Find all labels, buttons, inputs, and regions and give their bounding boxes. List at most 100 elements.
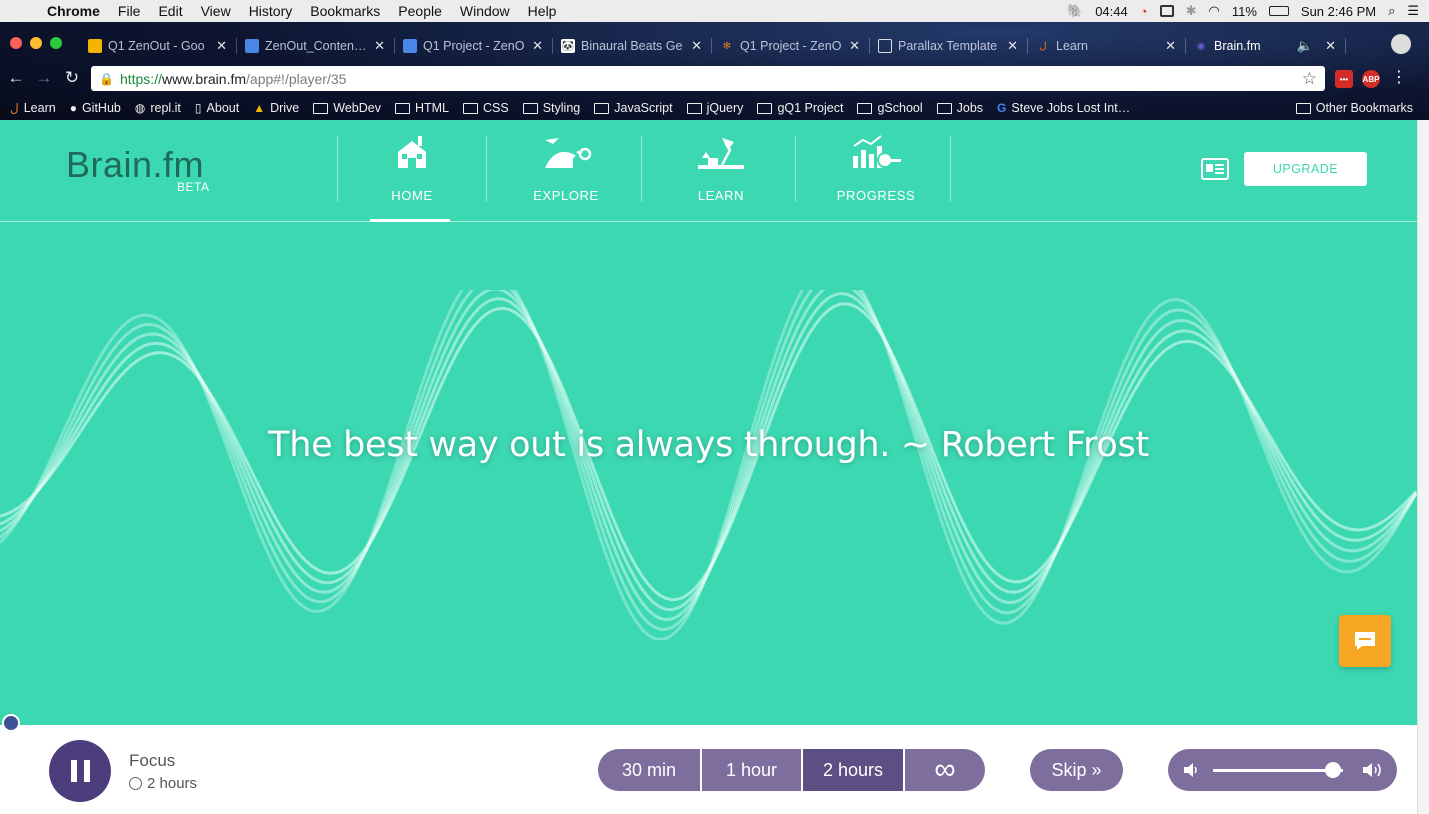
- menu-help[interactable]: Help: [519, 3, 566, 19]
- lastpass-extension-icon[interactable]: •••: [1335, 70, 1353, 88]
- bookmark-folder[interactable]: CSS: [463, 101, 509, 115]
- upgrade-button[interactable]: UPGRADE: [1244, 152, 1367, 186]
- nav-home[interactable]: HOME: [335, 132, 489, 222]
- bookmark-star-icon[interactable]: ☆: [1302, 69, 1317, 89]
- tab-close-icon[interactable]: ✕: [216, 38, 227, 54]
- browser-tab-active[interactable]: ◉ Brain.fm 🔈 ✕: [1186, 32, 1346, 60]
- bookmark-folder[interactable]: HTML: [394, 101, 449, 115]
- volume-slider-knob[interactable]: [1324, 762, 1341, 778]
- timer-infinite-button[interactable]: ∞: [905, 749, 985, 791]
- id-card-glyph: [1206, 164, 1224, 174]
- window-manager-icon[interactable]: [1159, 5, 1174, 17]
- bookmark-folder[interactable]: WebDev: [313, 101, 381, 115]
- folder-icon: [1295, 102, 1311, 114]
- bookmark-folder[interactable]: gQ1 Project: [757, 101, 843, 115]
- timer-2hours-button[interactable]: 2 hours: [803, 749, 905, 791]
- timer-readout[interactable]: 04:44: [1095, 4, 1128, 19]
- bookmark-item[interactable]: ▲ Drive: [253, 101, 299, 115]
- page-scrollbar[interactable]: [1417, 120, 1429, 814]
- tab-close-icon[interactable]: ✕: [532, 38, 543, 54]
- bookmark-item[interactable]: ◍ repl.it: [135, 101, 181, 115]
- tab-close-icon[interactable]: ✕: [1325, 38, 1336, 54]
- volume-high-icon[interactable]: [1361, 760, 1387, 780]
- page-icon: [878, 39, 892, 53]
- nav-progress[interactable]: PROGRESS: [799, 132, 953, 222]
- browser-tab[interactable]: Parallax Template ✕: [870, 32, 1028, 60]
- menu-window[interactable]: Window: [451, 3, 519, 19]
- browser-tab[interactable]: 🐼 Binaural Beats Ge ✕: [553, 32, 712, 60]
- address-bar[interactable]: 🔒 https:// www.brain.fm /app#!/player/35…: [91, 66, 1325, 91]
- bookmark-label: JavaScript: [614, 101, 673, 115]
- progress-chart-icon: [853, 135, 901, 168]
- tab-close-icon[interactable]: ✕: [1007, 38, 1018, 54]
- forward-arrow-icon[interactable]: →: [30, 68, 58, 88]
- bookmark-item[interactable]: ▯ About: [195, 101, 239, 115]
- tab-close-icon[interactable]: ✕: [374, 38, 385, 54]
- tab-title: Q1 Project - ZenO: [740, 39, 842, 53]
- minimize-window-button[interactable]: [30, 37, 42, 49]
- tab-close-icon[interactable]: ✕: [1165, 38, 1176, 54]
- battery-icon[interactable]: [1268, 6, 1289, 16]
- close-window-button[interactable]: [10, 37, 22, 49]
- menu-view[interactable]: View: [192, 3, 240, 19]
- pause-button[interactable]: [49, 740, 111, 802]
- profile-avatar-icon[interactable]: [1391, 34, 1411, 54]
- menu-file[interactable]: File: [109, 3, 150, 19]
- tomato-timer-icon[interactable]: ◔: [1140, 4, 1148, 19]
- zoom-window-button[interactable]: [50, 37, 62, 49]
- timer-30min-button[interactable]: 30 min: [598, 749, 702, 791]
- menu-people[interactable]: People: [389, 3, 451, 19]
- nav-explore[interactable]: EXPLORE: [489, 132, 643, 222]
- chat-support-button[interactable]: [1339, 615, 1391, 667]
- browser-tab[interactable]: ﻝ Learn ✕: [1028, 32, 1186, 60]
- bookmark-label: GitHub: [81, 101, 121, 115]
- wifi-icon[interactable]: ◠: [1209, 3, 1220, 19]
- notification-center-icon[interactable]: ☰: [1407, 3, 1419, 19]
- folder-icon: [857, 102, 873, 114]
- skip-button[interactable]: Skip »: [1030, 749, 1123, 791]
- account-card-icon[interactable]: [1201, 158, 1229, 180]
- menu-bookmarks[interactable]: Bookmarks: [301, 3, 389, 19]
- macos-menubar: Chrome File Edit View History Bookmarks …: [0, 0, 1429, 22]
- bookmark-folder[interactable]: Styling: [522, 101, 580, 115]
- tab-close-icon[interactable]: ✕: [849, 38, 860, 54]
- tab-title: Parallax Template: [898, 39, 998, 53]
- nav-divider: [641, 136, 642, 202]
- bookmark-label: WebDev: [333, 101, 381, 115]
- spotlight-search-icon[interactable]: ⌕: [1388, 3, 1395, 19]
- menu-history[interactable]: History: [240, 3, 302, 19]
- menubar-clock[interactable]: Sun 2:46 PM: [1301, 4, 1376, 19]
- browser-tab[interactable]: Q1 ZenOut - Goo ✕: [80, 32, 237, 60]
- bookmark-label: jQuery: [706, 101, 744, 115]
- tab-audio-icon[interactable]: 🔈: [1297, 38, 1313, 54]
- other-bookmarks-folder[interactable]: Other Bookmarks: [1295, 101, 1413, 115]
- bookmark-item[interactable]: ﻝ Learn: [10, 101, 56, 115]
- menubar-status-area: 🐘 04:44 ◔ ✱ ◠ 11% Sun 2:46 PM ⌕ ☰: [1067, 3, 1429, 19]
- bookmark-folder[interactable]: Jobs: [936, 101, 983, 115]
- browser-tab[interactable]: Q1 Project - ZenO ✕: [395, 32, 553, 60]
- timer-1hour-button[interactable]: 1 hour: [702, 749, 803, 791]
- browser-tab[interactable]: ✻ Q1 Project - ZenO ✕: [712, 32, 870, 60]
- bookmark-folder[interactable]: jQuery: [686, 101, 744, 115]
- bookmark-folder[interactable]: gSchool: [857, 101, 923, 115]
- bookmark-item[interactable]: G Steve Jobs Lost Int…: [997, 101, 1130, 115]
- brainfm-app: Brain.fm BETA HOME EXPLORE LEARN PROGRES…: [0, 120, 1417, 814]
- adblock-plus-icon[interactable]: ABP: [1362, 70, 1380, 88]
- bookmark-folder[interactable]: JavaScript: [594, 101, 673, 115]
- tab-close-icon[interactable]: ✕: [691, 38, 702, 54]
- battery-percent[interactable]: 11%: [1232, 4, 1257, 19]
- google-icon: G: [997, 101, 1007, 115]
- back-arrow-icon[interactable]: ←: [2, 68, 30, 88]
- reload-icon[interactable]: ↻: [58, 68, 86, 88]
- chrome-menu-icon[interactable]: ⋮: [1391, 67, 1407, 87]
- bookmark-item[interactable]: ● GitHub: [70, 101, 121, 115]
- nav-learn[interactable]: LEARN: [644, 132, 798, 222]
- evernote-icon[interactable]: 🐘: [1067, 3, 1083, 19]
- menu-edit[interactable]: Edit: [149, 3, 191, 19]
- bluetooth-icon[interactable]: ✱: [1186, 3, 1197, 19]
- track-progress-handle[interactable]: [2, 714, 20, 732]
- menu-app-name[interactable]: Chrome: [38, 3, 109, 19]
- volume-slider-track[interactable]: [1213, 769, 1343, 772]
- browser-tab[interactable]: ZenOut_Content In ✕: [237, 32, 395, 60]
- volume-low-icon[interactable]: [1182, 761, 1200, 779]
